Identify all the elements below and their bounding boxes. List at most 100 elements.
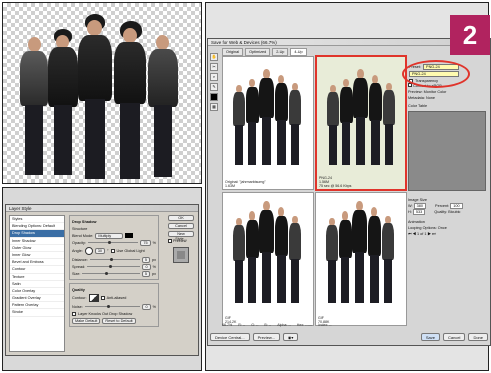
metadata-select[interactable]: None bbox=[426, 96, 435, 100]
preview-checkbox[interactable] bbox=[168, 239, 172, 243]
slice-tool-icon[interactable]: ✂ bbox=[210, 63, 218, 71]
toggle-slices-icon[interactable]: ▦ bbox=[210, 103, 218, 111]
noise-field[interactable]: 0 bbox=[142, 303, 151, 310]
png24-preview-selected[interactable]: PNG-24 1.56M 75 sec @ 56.6 Kbps bbox=[315, 55, 407, 191]
noise-row: Noise: 0 % bbox=[72, 303, 156, 310]
quality-label: Quality bbox=[72, 287, 85, 292]
looping-select[interactable]: Once bbox=[438, 226, 447, 230]
band-member bbox=[274, 74, 289, 165]
distance-slider[interactable] bbox=[89, 257, 140, 261]
prev-frame-icon[interactable]: ◀ bbox=[412, 232, 415, 236]
global-light-checkbox[interactable] bbox=[110, 249, 115, 253]
opacity-label: Opacity: bbox=[72, 240, 86, 245]
band-member bbox=[352, 201, 368, 303]
knockout-checkbox[interactable] bbox=[72, 311, 76, 316]
opacity-field[interactable]: 75 bbox=[140, 239, 151, 246]
spread-slider[interactable] bbox=[87, 264, 141, 268]
size-unit: px bbox=[151, 271, 156, 276]
eyedropper-tool-icon[interactable]: ✎ bbox=[210, 83, 218, 91]
dialog-buttons: OK Cancel New Style... Preview bbox=[168, 215, 194, 267]
tools-column: ✋ ✂ ⌕ ✎ ▦ bbox=[210, 53, 219, 113]
browser-select-icon[interactable]: ◉▾ bbox=[282, 333, 299, 341]
band-member bbox=[259, 201, 275, 303]
preview-button[interactable]: Preview... bbox=[252, 333, 280, 341]
noise-slider[interactable] bbox=[84, 304, 141, 308]
noise-unit: % bbox=[152, 304, 156, 309]
spread-field[interactable]: 0 bbox=[142, 263, 151, 270]
style-list-item[interactable]: Texture bbox=[10, 274, 64, 281]
contour-picker-icon[interactable] bbox=[88, 294, 99, 302]
size-slider[interactable] bbox=[82, 271, 140, 275]
view-tab[interactable]: Original bbox=[222, 48, 244, 56]
view-tabs: Original Optimized 2-Up 4-Up bbox=[222, 48, 307, 56]
style-list-item[interactable]: Inner Glow bbox=[10, 252, 64, 260]
size-field[interactable]: 5 bbox=[141, 270, 150, 277]
eyedropper-color-swatch[interactable] bbox=[210, 93, 218, 101]
style-list-item[interactable]: Stroke bbox=[10, 309, 64, 317]
save-button[interactable]: Save bbox=[420, 333, 440, 341]
style-list-item[interactable]: Satin bbox=[10, 281, 64, 288]
band-member bbox=[288, 215, 302, 303]
first-frame-icon[interactable]: ⏮ bbox=[408, 232, 411, 236]
new-style-button[interactable]: New Style... bbox=[168, 231, 194, 241]
cancel-button[interactable]: Cancel bbox=[168, 223, 194, 229]
gif-preview-1[interactable]: GIF 214.2K bbox=[222, 192, 314, 326]
default-buttons-row: Make Default Reset to Default bbox=[72, 317, 156, 324]
style-list-item[interactable]: Pattern Overlay bbox=[10, 302, 64, 310]
angle-field[interactable]: 30 bbox=[94, 248, 106, 254]
quality-select[interactable]: Bicubic bbox=[448, 210, 460, 214]
style-list-item[interactable]: Gradient Overlay bbox=[10, 295, 64, 303]
preview-label: Preview bbox=[173, 239, 187, 243]
spread-label: Spread: bbox=[72, 264, 86, 269]
style-list-item[interactable]: Contour bbox=[10, 266, 64, 274]
style-list-item[interactable]: Outer Glow bbox=[10, 245, 64, 252]
antialiased-checkbox[interactable] bbox=[100, 296, 105, 300]
make-default-button[interactable]: Make Default bbox=[72, 317, 101, 324]
width-label: W: bbox=[408, 204, 413, 208]
style-list-item[interactable]: Styles bbox=[10, 216, 64, 224]
height-field[interactable]: 533 bbox=[412, 209, 426, 215]
style-list-item[interactable]: Blending Options: Default bbox=[10, 223, 64, 231]
original-preview[interactable]: Original: "jahrmarktsumg" 1.63M bbox=[222, 56, 314, 190]
zoom-tool-icon[interactable]: ⌕ bbox=[210, 73, 218, 81]
style-list-item[interactable]: Bevel and Emboss bbox=[10, 259, 64, 267]
opacity-slider[interactable] bbox=[87, 240, 139, 244]
gif-preview-2[interactable]: GIF 70.88K bbox=[315, 192, 407, 326]
section-title: Drop Shadow bbox=[72, 219, 97, 224]
style-list-item[interactable]: Color Overlay bbox=[10, 288, 64, 296]
reset-default-button[interactable]: Reset to Default bbox=[102, 317, 136, 324]
knockout-label: Layer Knocks Out Drop Shadow bbox=[78, 311, 133, 316]
view-tab[interactable]: 2-Up bbox=[272, 48, 289, 56]
blend-mode-select[interactable]: Multiply bbox=[95, 232, 124, 239]
cancel-button[interactable]: Cancel bbox=[442, 333, 466, 341]
next-frame-icon[interactable]: ⏭ bbox=[432, 232, 435, 236]
play-icon[interactable]: ▶ bbox=[428, 232, 431, 236]
band-member bbox=[325, 217, 339, 303]
band-member bbox=[367, 207, 382, 303]
angle-dial-icon[interactable] bbox=[84, 247, 93, 255]
style-list-item[interactable]: Drop Shadow bbox=[10, 230, 64, 238]
hand-tool-icon[interactable]: ✋ bbox=[210, 53, 218, 61]
status-row: 66.7% R: -- G: -- B: -- Alpha: -- Hex: -… bbox=[222, 323, 406, 329]
view-tab[interactable]: 4-Up bbox=[290, 48, 307, 56]
shadow-color-swatch[interactable] bbox=[125, 233, 134, 238]
spread-unit: % bbox=[152, 264, 156, 269]
color-table[interactable] bbox=[408, 111, 486, 191]
preview-select[interactable]: Monitor Color bbox=[424, 90, 447, 94]
layer-style-title: Layer Style bbox=[6, 205, 198, 212]
status-b: B: -- bbox=[264, 323, 272, 327]
band-member bbox=[147, 35, 179, 179]
done-button[interactable]: Done bbox=[468, 333, 488, 341]
device-central-button[interactable]: Device Central... bbox=[210, 333, 250, 341]
band-member bbox=[245, 78, 259, 165]
ok-button[interactable]: OK bbox=[168, 215, 194, 221]
photo-thumbnail bbox=[323, 67, 403, 165]
view-tab[interactable]: Optimized bbox=[245, 48, 271, 56]
style-preview-swatch bbox=[173, 247, 189, 263]
band-member bbox=[274, 207, 289, 303]
style-list-item[interactable]: Inner Shadow bbox=[10, 238, 64, 245]
distance-field[interactable]: 5 bbox=[141, 256, 150, 263]
band-member bbox=[245, 211, 259, 303]
band-member bbox=[339, 78, 353, 165]
zoom-select[interactable]: 66.7% bbox=[222, 323, 232, 329]
